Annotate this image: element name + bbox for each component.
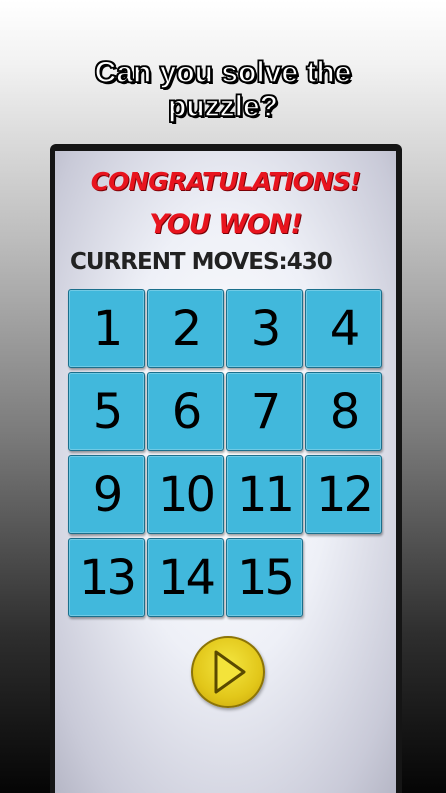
puzzle-tile-15[interactable]: 15 [226, 538, 303, 617]
play-button[interactable] [191, 636, 265, 708]
phone-frame: CONGRATULATIONS! YOU WON! CURRENT MOVES:… [50, 144, 402, 793]
puzzle-tile-9[interactable]: 9 [68, 455, 145, 534]
promo-headline-line1: Can you solve the [94, 55, 352, 90]
play-icon [214, 650, 246, 694]
puzzle-tile-1[interactable]: 1 [68, 289, 145, 368]
puzzle-tile-12[interactable]: 12 [305, 455, 382, 534]
puzzle-tile-11[interactable]: 11 [226, 455, 303, 534]
puzzle-tile-5[interactable]: 5 [68, 372, 145, 451]
congratulations-text: CONGRATULATIONS! [90, 167, 361, 196]
puzzle-tile-6[interactable]: 6 [147, 372, 224, 451]
puzzle-tile-8[interactable]: 8 [305, 372, 382, 451]
puzzle-tile-2[interactable]: 2 [147, 289, 224, 368]
promo-headline-line2: puzzle? [167, 89, 279, 124]
puzzle-tile-10[interactable]: 10 [147, 455, 224, 534]
puzzle-empty-slot[interactable] [305, 538, 382, 617]
puzzle-tile-7[interactable]: 7 [226, 372, 303, 451]
promo-headline: Can you solve the puzzle? [0, 55, 446, 124]
you-won-text: YOU WON! [149, 209, 303, 240]
game-screen: CONGRATULATIONS! YOU WON! CURRENT MOVES:… [55, 151, 396, 793]
current-moves-counter: CURRENT MOVES:430 [70, 249, 333, 275]
puzzle-tile-4[interactable]: 4 [305, 289, 382, 368]
puzzle-tile-13[interactable]: 13 [68, 538, 145, 617]
puzzle-tile-3[interactable]: 3 [226, 289, 303, 368]
puzzle-tile-14[interactable]: 14 [147, 538, 224, 617]
puzzle-grid: 1 2 3 4 5 6 7 8 9 10 11 12 13 14 15 [68, 289, 388, 621]
